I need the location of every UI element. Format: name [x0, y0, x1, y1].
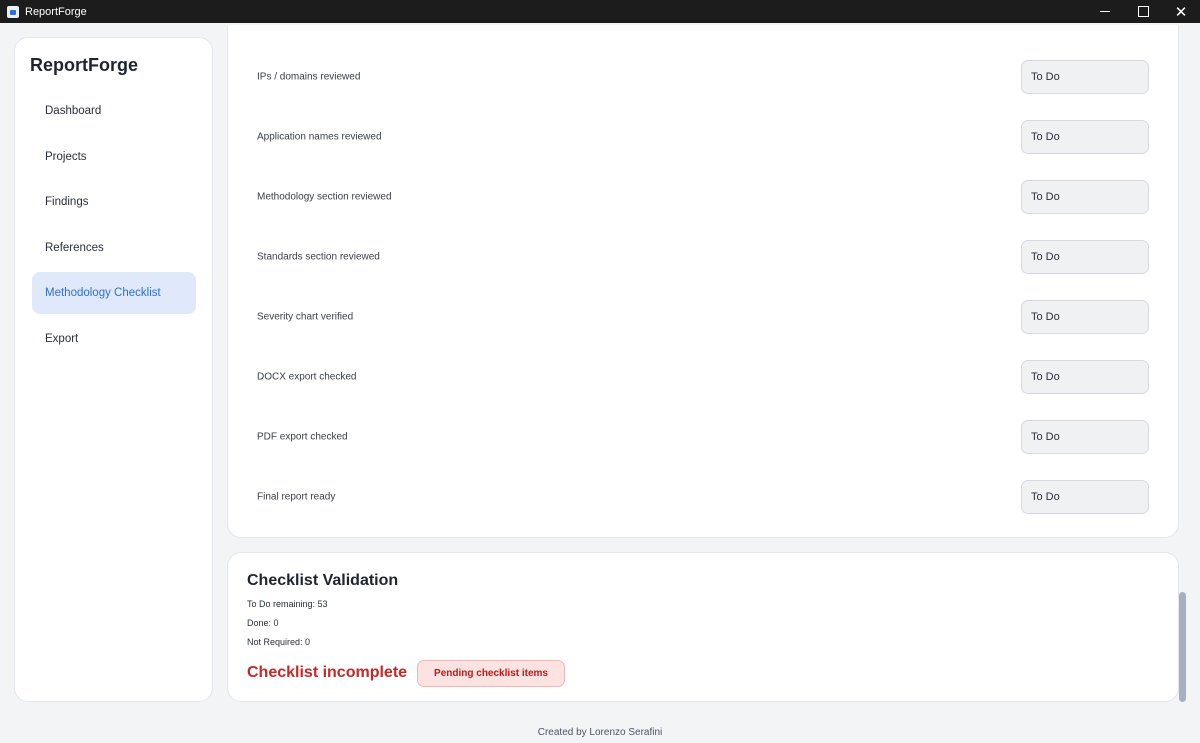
pending-badge: Pending checklist items [417, 660, 565, 687]
app-brand: ReportForge [30, 55, 138, 75]
checklist-item-label: Application names reviewed [257, 131, 382, 143]
status-select[interactable]: To Do [1021, 240, 1149, 274]
checklist-row: Methodology section reviewed To Do [228, 167, 1178, 227]
sidebar-item-methodology-checklist[interactable]: Methodology Checklist [32, 272, 196, 315]
sidebar-nav: Dashboard Projects Findings References M… [32, 90, 196, 364]
status-select[interactable]: To Do [1021, 300, 1149, 334]
sidebar-item-dashboard[interactable]: Dashboard [32, 90, 196, 132]
window-titlebar: ReportForge ✕ [0, 0, 1200, 23]
checklist-item-label: Methodology section reviewed [257, 191, 392, 203]
maximize-button[interactable] [1124, 0, 1162, 23]
validation-status: Checklist incomplete [247, 664, 408, 681]
checklist-item-label: IPs / domains reviewed [257, 71, 361, 83]
sidebar-item-findings[interactable]: Findings [32, 181, 196, 223]
status-select[interactable]: To Do [1021, 480, 1149, 514]
footer-credit: Created by Lorenzo Serafini [537, 727, 663, 738]
scrollbar-thumb[interactable] [1179, 592, 1186, 702]
checklist-row: DOCX export checked To Do [228, 347, 1178, 407]
sidebar-item-references[interactable]: References [32, 227, 196, 269]
status-select[interactable]: To Do [1021, 60, 1149, 94]
validation-card: Checklist Validation To Do remaining: 53… [227, 552, 1179, 702]
status-select[interactable]: To Do [1021, 120, 1149, 154]
checklist-row: Application names reviewed To Do [228, 107, 1178, 167]
sidebar-item-export[interactable]: Export [32, 318, 196, 360]
checklist-row: PDF export checked To Do [228, 407, 1178, 467]
window-title: ReportForge [25, 5, 87, 18]
minimize-button[interactable] [1086, 0, 1124, 23]
app-icon [7, 5, 19, 18]
checklist-item-label: Standards section reviewed [257, 251, 380, 263]
checklist-row: IPs / domains reviewed To Do [228, 47, 1178, 107]
done-count: Done: 0 [247, 618, 279, 628]
checklist-item-label: Severity chart verified [257, 311, 354, 323]
status-select[interactable]: To Do [1021, 420, 1149, 454]
checklist-row: Standards section reviewed To Do [228, 227, 1178, 287]
checklist-item-label: PDF export checked [257, 431, 348, 443]
sidebar: ReportForge Dashboard Projects Findings … [14, 37, 213, 702]
main-scrollbar[interactable] [1179, 25, 1186, 703]
todo-remaining-count: To Do remaining: 53 [247, 599, 328, 609]
checklist-item-label: Final report ready [257, 491, 336, 503]
sidebar-item-projects[interactable]: Projects [32, 136, 196, 178]
checklist-row: Severity chart verified To Do [228, 287, 1178, 347]
window-controls: ✕ [1086, 0, 1200, 23]
checklist-card: IPs / domains reviewed To Do Application… [227, 25, 1179, 538]
validation-title: Checklist Validation [247, 572, 399, 589]
close-button[interactable]: ✕ [1162, 0, 1200, 23]
not-required-count: Not Required: 0 [247, 637, 311, 647]
status-select[interactable]: To Do [1021, 180, 1149, 214]
checklist-row: Final report ready To Do [228, 467, 1178, 527]
checklist-item-label: DOCX export checked [257, 371, 357, 383]
status-select[interactable]: To Do [1021, 360, 1149, 394]
